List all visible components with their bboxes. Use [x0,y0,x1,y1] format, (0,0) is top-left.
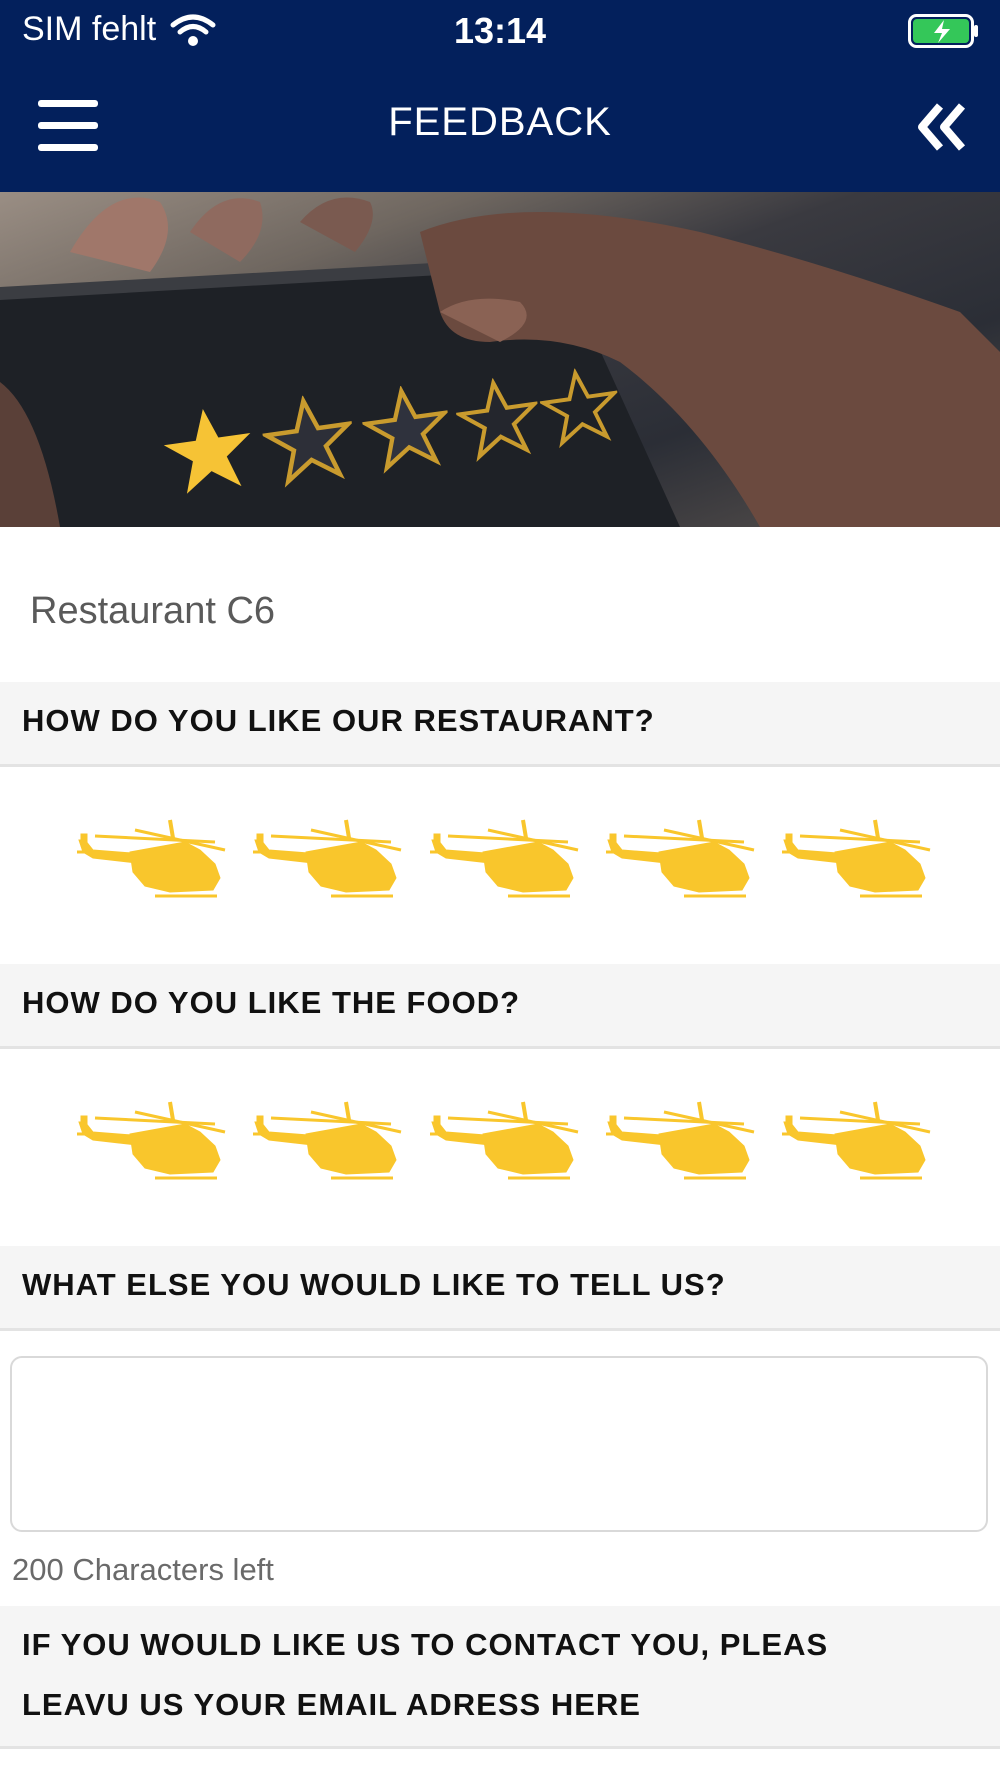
contact-header: IF YOU WOULD LIKE US TO CONTACT YOU, PLE… [0,1606,1000,1749]
helicopter-rating-icon[interactable] [75,812,230,902]
helicopter-rating-icon[interactable] [251,1094,406,1184]
restaurant-rating[interactable] [75,812,935,902]
helicopter-rating-icon[interactable] [428,1094,583,1184]
app-header: SIM fehlt 13:14 FEEDBACK [0,0,1000,192]
double-chevron-left-icon[interactable] [914,102,970,152]
helicopter-rating-icon[interactable] [780,1094,935,1184]
helicopter-rating-icon[interactable] [604,812,759,902]
restaurant-name: Restaurant C6 [30,590,276,632]
contact-label-line1: IF YOU WOULD LIKE US TO CONTACT YOU, PLE… [22,1627,829,1662]
comment-header: WHAT ELSE YOU WOULD LIKE TO TELL US? [0,1246,1000,1331]
hero-image [0,192,1000,527]
page-title: FEEDBACK [388,100,612,144]
comment-textarea[interactable] [10,1356,988,1532]
question-food-header: HOW DO YOU LIKE THE FOOD? [0,964,1000,1049]
helicopter-rating-icon[interactable] [780,812,935,902]
helicopter-rating-icon[interactable] [75,1094,230,1184]
hero-illustration [0,197,1000,527]
helicopter-rating-icon[interactable] [428,812,583,902]
question-food-label: HOW DO YOU LIKE THE FOOD? [22,985,521,1020]
characters-left-counter: 200 Characters left [12,1552,274,1587]
comment-label: WHAT ELSE YOU WOULD LIKE TO TELL US? [22,1267,726,1302]
helicopter-rating-icon[interactable] [251,812,406,902]
question-restaurant-label: HOW DO YOU LIKE OUR RESTAURANT? [22,703,655,738]
contact-label-line2: LEAVU US YOUR EMAIL ADRESS HERE [22,1687,641,1722]
helicopter-rating-icon[interactable] [604,1094,759,1184]
battery-charging-icon [908,14,978,48]
food-rating[interactable] [75,1094,935,1184]
status-time: 13:14 [453,10,547,51]
question-restaurant-header: HOW DO YOU LIKE OUR RESTAURANT? [0,682,1000,767]
